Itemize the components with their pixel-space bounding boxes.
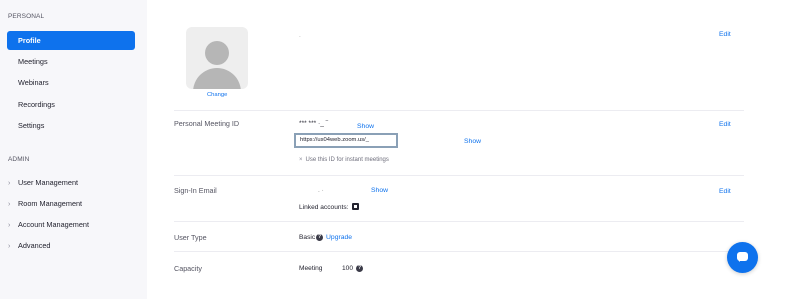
sidebar-item-profile[interactable]: Profile	[7, 31, 135, 50]
sidebar-item-label: Account Management	[18, 220, 89, 229]
pmi-url-show-link[interactable]: Show	[464, 138, 481, 145]
profile-name-value: .	[299, 32, 301, 39]
sidebar-item-webinars[interactable]: Webinars	[7, 73, 135, 92]
divider	[174, 221, 744, 222]
linked-accounts-label: Linked accounts:	[299, 204, 349, 211]
help-icon[interactable]: ?	[316, 234, 323, 241]
signin-email-label: Sign-In Email	[174, 186, 217, 195]
section-header-personal: PERSONAL	[8, 13, 45, 20]
linked-account-icon	[352, 203, 359, 210]
signin-email-edit-link[interactable]: Edit	[719, 188, 731, 195]
sidebar: PERSONAL Profile Meetings Webinars Recor…	[0, 0, 147, 299]
sidebar-item-account-management[interactable]: › Account Management	[8, 220, 89, 229]
chevron-right-icon: ›	[8, 180, 11, 187]
section-header-admin: ADMIN	[8, 156, 30, 163]
sidebar-item-advanced[interactable]: › Advanced	[8, 241, 50, 250]
instant-meeting-option[interactable]: × Use this ID for instant meetings	[299, 157, 389, 163]
pmi-show-link[interactable]: Show	[357, 123, 374, 130]
capacity-label: Capacity	[174, 264, 202, 273]
divider	[174, 175, 744, 176]
user-type-label: User Type	[174, 233, 207, 242]
upgrade-link[interactable]: Upgrade	[326, 234, 352, 241]
pmi-label: Personal Meeting ID	[174, 119, 240, 128]
capacity-meeting-label: Meeting	[299, 265, 323, 272]
avatar[interactable]	[186, 27, 248, 89]
instant-note-text: Use this ID for instant meetings	[305, 157, 389, 163]
pmi-masked-value: *** *** ·_ ‾	[299, 120, 328, 127]
signin-email-masked-value: . ·	[318, 187, 324, 194]
sidebar-item-label: Advanced	[18, 241, 51, 250]
sidebar-item-room-management[interactable]: › Room Management	[8, 199, 82, 208]
profile-edit-link[interactable]: Edit	[719, 31, 731, 38]
chat-button[interactable]	[727, 242, 758, 273]
chat-bubble-icon	[737, 252, 748, 262]
chevron-right-icon: ›	[8, 201, 11, 208]
close-icon: ×	[299, 157, 303, 163]
avatar-placeholder-icon	[205, 41, 229, 65]
signin-email-show-link[interactable]: Show	[371, 187, 388, 194]
pmi-url-field[interactable]: https://us04web.zoom.us/_	[294, 133, 398, 148]
sidebar-item-settings[interactable]: Settings	[7, 116, 135, 135]
user-type-value: Basic	[299, 234, 316, 241]
sidebar-item-meetings[interactable]: Meetings	[7, 52, 135, 71]
chevron-right-icon: ›	[8, 243, 11, 250]
sidebar-item-recordings[interactable]: Recordings	[7, 95, 135, 114]
avatar-placeholder-body	[193, 68, 241, 89]
divider	[174, 110, 744, 111]
capacity-meeting-value: 100	[342, 265, 354, 272]
sidebar-item-label: User Management	[18, 178, 79, 187]
change-avatar-link[interactable]: Change	[207, 92, 227, 98]
sidebar-item-user-management[interactable]: › User Management	[8, 178, 78, 187]
sidebar-item-label: Room Management	[18, 199, 83, 208]
chevron-right-icon: ›	[8, 222, 11, 229]
pmi-edit-link[interactable]: Edit	[719, 121, 731, 128]
divider	[174, 251, 744, 252]
help-icon[interactable]: ?	[356, 265, 363, 272]
